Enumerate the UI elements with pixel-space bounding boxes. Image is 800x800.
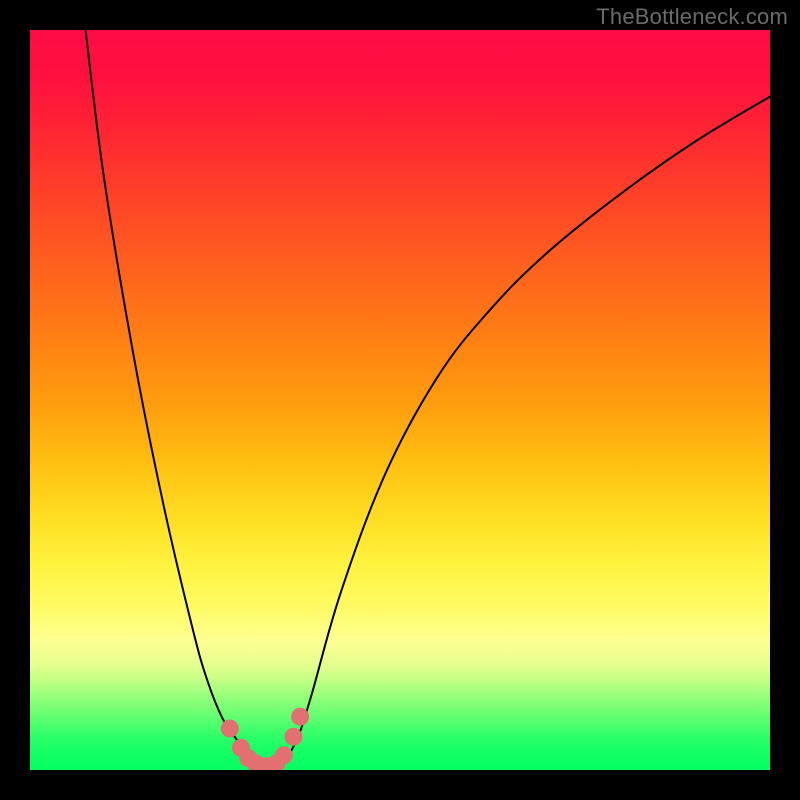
data-dot [221, 720, 239, 738]
plot-area [30, 30, 770, 770]
data-dot [275, 746, 293, 764]
curve-layer [30, 30, 770, 770]
data-dot [291, 708, 309, 726]
bottleneck-curve [86, 30, 771, 766]
data-dot [284, 728, 302, 746]
chart-frame: TheBottleneck.com [0, 0, 800, 800]
watermark-text: TheBottleneck.com [596, 4, 788, 30]
